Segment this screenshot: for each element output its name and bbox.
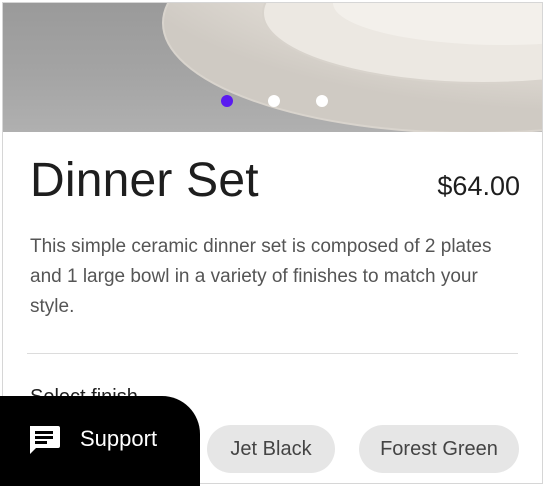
carousel-dot-1[interactable] [221,95,233,107]
carousel-dot-2[interactable] [268,95,280,107]
product-title: Dinner Set [30,154,259,207]
product-image [162,3,542,132]
product-price: $64.00 [437,171,520,201]
chat-bubble-icon [30,426,60,454]
support-label: Support [80,426,158,451]
product-description: This simple ceramic dinner set is compos… [30,236,492,317]
support-button[interactable]: Support [0,396,200,486]
finish-chip-forest-green[interactable]: Forest Green [359,425,519,473]
carousel-indicators [3,95,542,109]
carousel-dot-3[interactable] [316,95,328,107]
product-image-carousel[interactable] [3,3,542,132]
finish-chip-jet-black[interactable]: Jet Black [207,425,335,473]
divider [27,353,518,354]
